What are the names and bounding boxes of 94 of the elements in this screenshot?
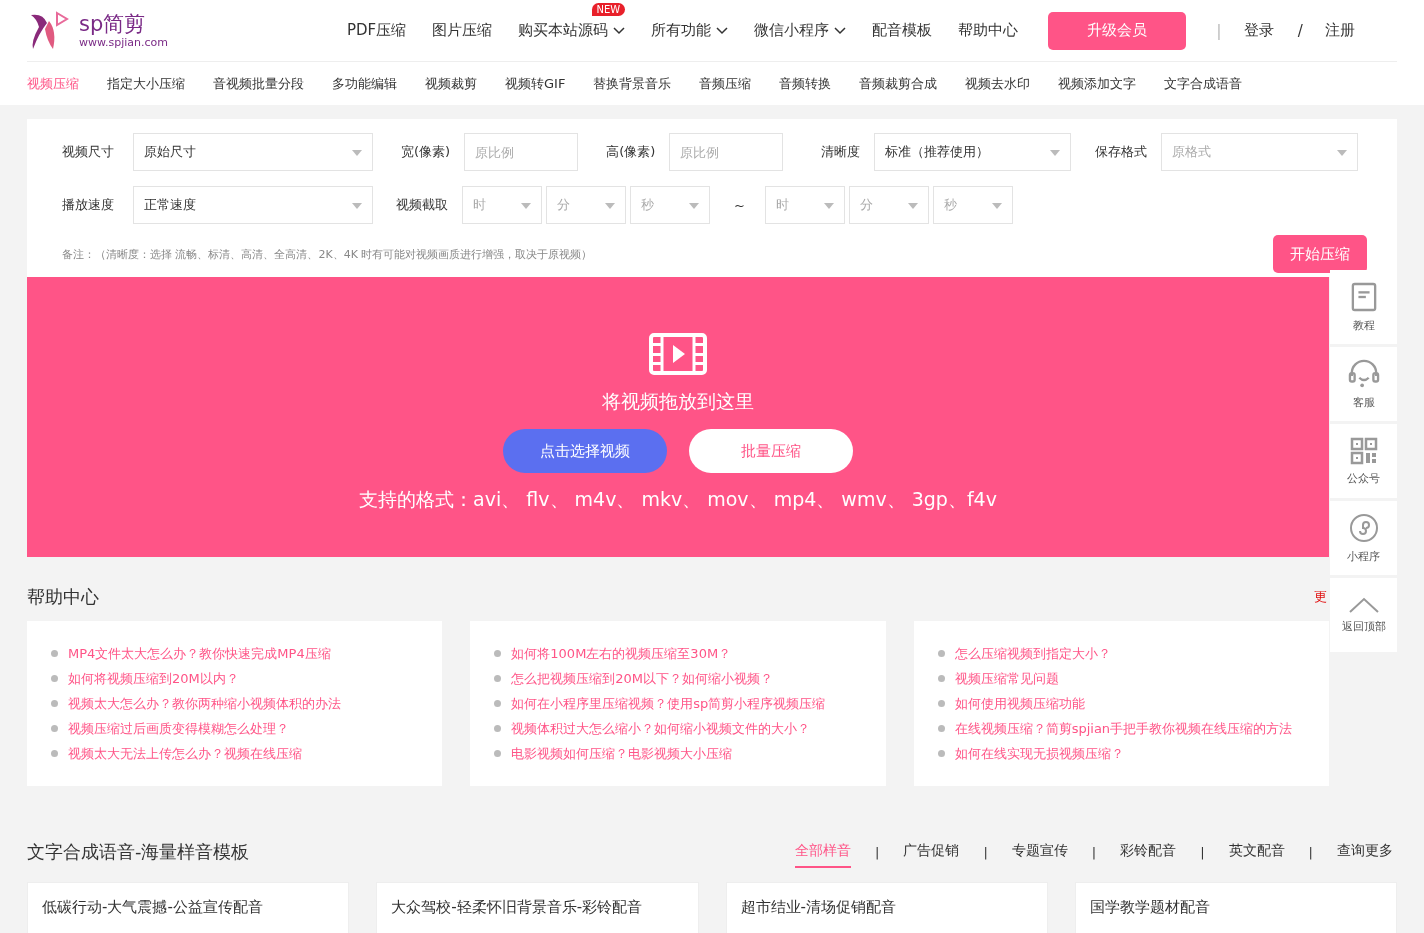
bullet-icon bbox=[51, 700, 58, 707]
note-text: 备注：（清晰度：选择 流畅、标清、高清、全高清、2K、4K 时有可能对视频画质进行增强，取决于原视频） bbox=[62, 246, 593, 262]
template-title: 低碳行动-大气震撼-公益宣传配音 bbox=[42, 898, 263, 916]
nav-link[interactable]: 帮助中心 bbox=[958, 21, 1019, 40]
tool-tab[interactable]: 多功能编辑 bbox=[332, 75, 397, 93]
register-link[interactable]: 注册 bbox=[1324, 21, 1355, 40]
nav-link[interactable]: 微信小程序 bbox=[754, 21, 847, 40]
bullet-icon bbox=[937, 750, 945, 757]
template-card[interactable]: 低碳行动-大气震撼-公益宣传配音 bbox=[27, 882, 350, 933]
template-card[interactable]: 超市结业-清场促销配音 bbox=[725, 882, 1048, 933]
chevron-down-icon bbox=[716, 26, 729, 35]
tool-tab[interactable]: 音频压缩 bbox=[699, 75, 752, 93]
side-tool[interactable]: 小程序 bbox=[1330, 501, 1397, 575]
supported-formats: 支持的格式：avi、 flv、 m4v、 mkv、 mov、 mp4、 wmv、 3gp、f4v bbox=[359, 487, 997, 512]
logo-name: sp简剪 bbox=[79, 12, 147, 36]
category-tab[interactable]: 专题宣传 bbox=[1011, 836, 1068, 868]
bullet-icon bbox=[494, 675, 502, 682]
mini-program-icon bbox=[1348, 512, 1379, 543]
more-link[interactable]: 查询更多 bbox=[1337, 836, 1393, 868]
chevron-down-icon bbox=[613, 26, 626, 35]
range-separator: ~ bbox=[734, 197, 745, 213]
dropdown-field[interactable]: 原始尺寸 bbox=[133, 133, 373, 171]
nav-link[interactable]: 图片压缩 bbox=[432, 21, 493, 40]
tool-tab[interactable]: 音频转换 bbox=[779, 75, 832, 93]
separator: / bbox=[1297, 21, 1303, 40]
input-field[interactable]: 原比例 bbox=[464, 133, 579, 171]
more-link[interactable]: 更 bbox=[1314, 588, 1327, 606]
nav-link[interactable]: PDF压缩 bbox=[347, 21, 407, 40]
separator: | bbox=[1216, 21, 1222, 40]
tool-tab[interactable]: 视频裁剪 bbox=[425, 75, 477, 93]
tool-tab[interactable]: 视频去水印 bbox=[965, 75, 1031, 93]
bullet-icon bbox=[937, 650, 945, 657]
field-label: 宽(像素) bbox=[401, 143, 451, 161]
side-tool[interactable]: 客服 bbox=[1330, 347, 1397, 421]
category-tab[interactable]: 彩铃配音 bbox=[1120, 836, 1177, 868]
bullet-icon bbox=[51, 725, 58, 732]
bullet-icon bbox=[937, 675, 945, 682]
separator: | bbox=[1200, 844, 1205, 860]
drop-zone[interactable]: 将视频拖放到这里 点击选择视频 批量压缩 支持的格式：avi、 flv、 m4v、 mkv、 mov、 mp4、 wmv、 3gp、f4v bbox=[27, 277, 1329, 557]
film-icon bbox=[649, 333, 707, 375]
tool-tab[interactable]: 替换背景音乐 bbox=[593, 75, 672, 93]
bullet-icon bbox=[51, 675, 58, 682]
tool-tab[interactable]: 视频转GIF bbox=[505, 75, 566, 93]
nav-link[interactable]: 购买本站源码 bbox=[518, 21, 626, 40]
nav-link[interactable]: 所有功能 bbox=[651, 21, 729, 40]
side-tool[interactable]: 返回顶部 bbox=[1330, 578, 1397, 652]
bullet-icon bbox=[51, 650, 58, 657]
select-video-button[interactable]: 点击选择视频 bbox=[503, 429, 667, 473]
side-tool[interactable]: 教程 bbox=[1330, 270, 1397, 344]
bullet-icon bbox=[494, 725, 502, 732]
section-title: 文字合成语音-海量样音模板 bbox=[27, 840, 250, 864]
chevron-down-icon bbox=[834, 26, 847, 35]
field-label: 高(像素) bbox=[606, 143, 656, 161]
headset-icon bbox=[1347, 358, 1380, 389]
template-title: 国学教学题材配音 bbox=[1089, 898, 1210, 916]
section-title: 帮助中心 bbox=[27, 585, 99, 609]
document-icon bbox=[1350, 281, 1377, 312]
bullet-icon bbox=[937, 700, 945, 707]
category-tab[interactable]: 广告促销 bbox=[903, 836, 960, 868]
bullet-icon bbox=[937, 725, 945, 732]
bullet-icon bbox=[494, 700, 502, 707]
field-label: 视频尺寸 bbox=[62, 143, 115, 161]
bullet-icon bbox=[494, 750, 502, 757]
field-label: 清晰度 bbox=[821, 143, 861, 161]
bullet-icon bbox=[494, 650, 502, 657]
tool-tab[interactable]: 音视频批量分段 bbox=[213, 75, 304, 93]
chevron-up-icon bbox=[1348, 596, 1379, 613]
input-field[interactable]: 原比例 bbox=[669, 133, 784, 171]
separator: | bbox=[983, 844, 988, 860]
nav-link[interactable]: 配音模板 bbox=[872, 21, 933, 40]
login-link[interactable]: 登录 bbox=[1243, 21, 1274, 40]
template-title: 大众驾校-轻柔怀旧背景音乐-彩铃配音 bbox=[391, 898, 643, 916]
tool-tab[interactable]: 指定大小压缩 bbox=[107, 75, 185, 93]
tool-tab[interactable]: 视频添加文字 bbox=[1058, 75, 1137, 93]
side-tool[interactable]: 公众号 bbox=[1330, 424, 1397, 498]
separator: | bbox=[875, 844, 880, 860]
qr-code-icon bbox=[1349, 436, 1378, 465]
new-badge: NEW bbox=[591, 3, 626, 16]
bullet-icon bbox=[51, 750, 58, 757]
dropdown-field[interactable]: 正常速度 bbox=[133, 186, 373, 224]
template-card[interactable]: 国学教学题材配音 bbox=[1074, 882, 1397, 933]
tool-tab[interactable]: 音频裁剪合成 bbox=[859, 75, 938, 93]
field-label: 保存格式 bbox=[1095, 143, 1148, 161]
template-title: 超市结业-清场促销配音 bbox=[740, 898, 896, 916]
tool-tab[interactable]: 文字合成语音 bbox=[1164, 75, 1243, 93]
drop-title: 将视频拖放到这里 bbox=[602, 389, 754, 414]
field-label: 视频截取 bbox=[396, 196, 448, 214]
template-card[interactable]: 大众驾校-轻柔怀旧背景音乐-彩铃配音 bbox=[376, 882, 699, 933]
field-label: 播放速度 bbox=[62, 196, 115, 214]
logo-url: www.spjian.com bbox=[79, 36, 168, 49]
category-tab[interactable]: 英文配音 bbox=[1228, 836, 1285, 868]
separator: | bbox=[1091, 844, 1097, 860]
separator: | bbox=[1308, 844, 1313, 860]
dropdown-field[interactable]: 标准（推荐使用） bbox=[874, 133, 1072, 171]
